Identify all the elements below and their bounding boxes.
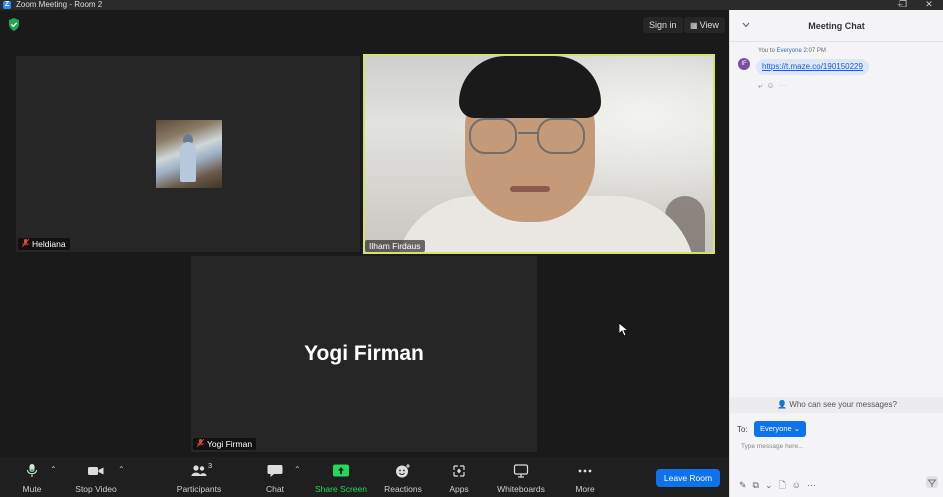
participant-name-tag: Yogi Firman xyxy=(193,438,257,450)
participant-video-feed xyxy=(365,56,713,252)
emoji-react-icon[interactable]: ☺ xyxy=(766,81,778,90)
apps-label: Apps xyxy=(449,484,469,494)
participant-tile-yogi-firman[interactable]: Yogi Firman Yogi Firman xyxy=(191,256,537,452)
apps-button[interactable]: Apps xyxy=(444,457,474,497)
meeting-toolbar: Mute ⌃ Stop Video ⌃ 3 Participants Chat … xyxy=(0,457,729,497)
screenshot-icon[interactable]: ⧉ xyxy=(753,480,765,490)
whiteboard-icon xyxy=(513,464,529,478)
send-button[interactable] xyxy=(926,476,938,488)
participant-name: Heldiana xyxy=(32,239,66,249)
video-stage: Sign in ▦ View Heldiana Ilham Firdaus Yo… xyxy=(0,10,729,464)
share-screen-button[interactable]: Share Screen xyxy=(314,457,368,497)
zoom-app-icon: Z xyxy=(3,1,11,9)
participant-tile-heldiana[interactable]: Heldiana xyxy=(16,56,360,252)
chat-title: Meeting Chat xyxy=(808,21,865,31)
whiteboards-button[interactable]: Whiteboards xyxy=(494,457,548,497)
reactions-label: Reactions xyxy=(384,484,422,494)
chevron-down-icon[interactable]: ⌄ xyxy=(765,480,779,490)
format-icon[interactable]: ✎ xyxy=(739,480,753,490)
more-dots-icon[interactable]: ⋯ xyxy=(779,81,791,90)
chat-bubble-icon xyxy=(267,465,283,477)
apps-icon xyxy=(453,465,465,477)
reactions-button[interactable]: Reactions xyxy=(382,457,424,497)
view-label: View xyxy=(699,20,719,30)
sender-avatar: IF xyxy=(738,58,750,70)
participant-display-name: Yogi Firman xyxy=(304,342,424,365)
mute-label: Mute xyxy=(22,484,42,494)
message-sender: You to xyxy=(758,48,775,54)
participants-icon xyxy=(191,465,207,476)
participants-button[interactable]: 3 Participants xyxy=(174,457,224,497)
muted-mic-icon xyxy=(197,439,204,448)
participant-name-tag: Heldiana xyxy=(18,238,70,250)
message-actions: ⤶☺⋯ xyxy=(758,81,791,91)
mute-button[interactable]: Mute xyxy=(12,457,52,497)
chat-label: Chat xyxy=(266,484,284,494)
more-dots-icon[interactable]: ⋯ xyxy=(807,480,822,490)
message-link[interactable]: https://t.maze.co/190150229 xyxy=(756,59,869,75)
file-icon[interactable]: 🗋 xyxy=(779,480,792,490)
chat-button[interactable]: Chat xyxy=(260,457,290,497)
share-screen-label: Share Screen xyxy=(315,484,367,494)
participants-label: Participants xyxy=(176,484,222,494)
privacy-note[interactable]: 👤 Who can see your messages? xyxy=(730,397,943,413)
chat-options-chevron-icon[interactable]: ⌃ xyxy=(294,466,302,474)
message-meta: You to Everyone 2:07 PM xyxy=(758,48,826,54)
encryption-shield-icon[interactable] xyxy=(8,18,20,31)
sign-in-button[interactable]: Sign in xyxy=(643,17,683,33)
message-input[interactable]: Type message here... xyxy=(741,443,804,450)
mouse-cursor-icon xyxy=(619,323,629,337)
participant-name: Yogi Firman xyxy=(207,439,253,449)
leave-room-button[interactable]: Leave Room xyxy=(656,469,720,487)
chevron-down-icon: ⌄ xyxy=(793,424,801,433)
more-dots-icon xyxy=(578,469,592,473)
grid-icon: ▦ xyxy=(690,21,698,30)
chat-header: Meeting Chat xyxy=(730,10,943,42)
microphone-icon xyxy=(26,464,38,477)
participants-count: 3 xyxy=(208,461,213,470)
stop-video-label: Stop Video xyxy=(75,484,117,494)
audio-options-chevron-icon[interactable]: ⌃ xyxy=(50,466,58,474)
more-button[interactable]: More xyxy=(570,457,600,497)
share-screen-icon xyxy=(333,464,349,477)
participant-tile-ilham-firdaus[interactable]: Ilham Firdaus xyxy=(363,54,715,254)
meeting-chat-panel: Meeting Chat IF You to Everyone 2:07 PM … xyxy=(729,10,943,497)
recipient-dropdown[interactable]: Everyone ⌄ xyxy=(754,421,807,437)
close-icon[interactable]: ✕ xyxy=(919,0,939,10)
participant-name-tag: Ilham Firdaus xyxy=(365,240,425,252)
muted-mic-icon xyxy=(22,239,29,248)
video-camera-icon xyxy=(88,467,104,475)
privacy-note-text: Who can see your messages? xyxy=(789,400,897,409)
emoji-icon[interactable]: ☺ xyxy=(792,480,807,490)
participant-name: Ilham Firdaus xyxy=(369,241,421,251)
more-label: More xyxy=(575,484,595,494)
message-recipient: Everyone xyxy=(776,48,802,54)
message-time: 2:07 PM xyxy=(803,48,826,54)
smiley-reaction-icon xyxy=(396,464,410,478)
whiteboards-label: Whiteboards xyxy=(497,484,545,494)
window-title: Zoom Meeting - Room 2 xyxy=(16,0,103,9)
send-icon xyxy=(927,479,937,487)
participant-profile-photo xyxy=(156,120,222,188)
window-titlebar: Z Zoom Meeting - Room 2 – ❐ ✕ xyxy=(0,0,943,10)
chat-input-toolbar: ✎⧉⌄🗋☺⋯ xyxy=(739,478,822,494)
to-label: To: xyxy=(737,425,748,434)
people-lock-icon: 👤 xyxy=(777,400,788,409)
view-button[interactable]: ▦ View xyxy=(684,17,725,33)
maximize-icon[interactable]: ❐ xyxy=(893,0,913,10)
recipient-value: Everyone xyxy=(760,424,792,433)
video-options-chevron-icon[interactable]: ⌃ xyxy=(118,466,126,474)
stop-video-button[interactable]: Stop Video xyxy=(72,457,120,497)
